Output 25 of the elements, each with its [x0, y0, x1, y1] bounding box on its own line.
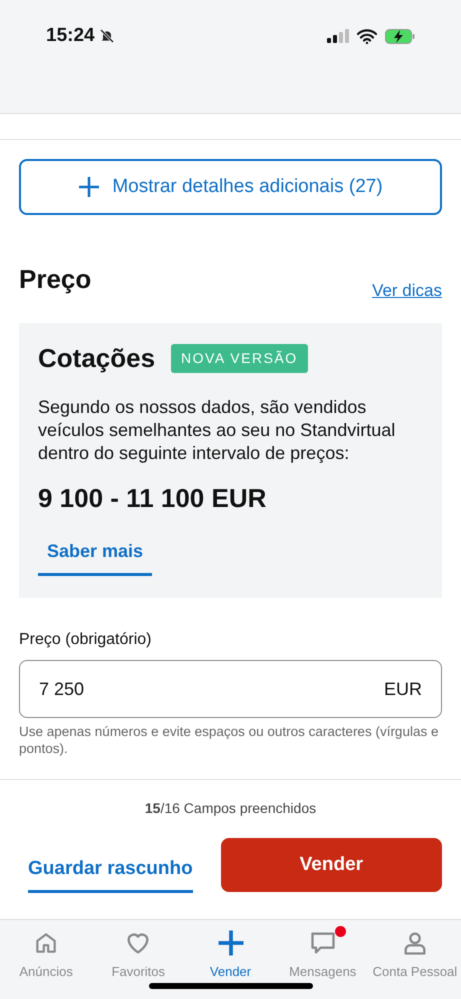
field-label: Preço (obrigatório) [19, 630, 152, 650]
price-field[interactable]: 7 250 EUR [19, 660, 442, 718]
plus-icon [216, 928, 246, 958]
status-time: 15:24 [46, 24, 95, 48]
tab-bar-item[interactable]: Mensagens [276, 928, 369, 981]
section-title: Preço [19, 263, 92, 296]
save-draft-link[interactable]: Guardar rascunho [28, 841, 193, 892]
tab-bar-item[interactable]: Vender [184, 928, 277, 981]
tips-link[interactable]: Ver dicas [372, 278, 442, 303]
signal-icon [327, 29, 349, 44]
price-range: 9 100 - 11 100 EUR [38, 482, 268, 515]
wifi-icon [357, 28, 377, 44]
quotes-description: Segundo os nossos dados, são vendidos veículos semelhantes ao seu no Standvirtual dentro do seguinte intervalo de preços: [38, 396, 396, 465]
field-hint: Use apenas números e evite espaços ou outros caracteres (vírgulas e pontos). [19, 723, 440, 757]
plus-icon [78, 176, 100, 198]
sell-button[interactable]: Vender [220, 838, 442, 892]
show-details-button[interactable]: Mostrar detalhes adicionais (27) [19, 159, 442, 215]
progress-text: 15/16 Campos preenchidos [144, 799, 318, 818]
tab-bar-item[interactable]: Favoritos [92, 928, 184, 981]
battery-charging-icon [385, 28, 415, 44]
learn-more-link[interactable]: Saber mais [38, 538, 152, 576]
card-title: Cotações [38, 342, 156, 375]
tab-bar-item[interactable]: Conta Pessoal [368, 928, 461, 981]
tab-bar-item[interactable]: Anúncios [0, 928, 92, 981]
new-version-badge: NOVA VERSÃO [171, 344, 308, 373]
